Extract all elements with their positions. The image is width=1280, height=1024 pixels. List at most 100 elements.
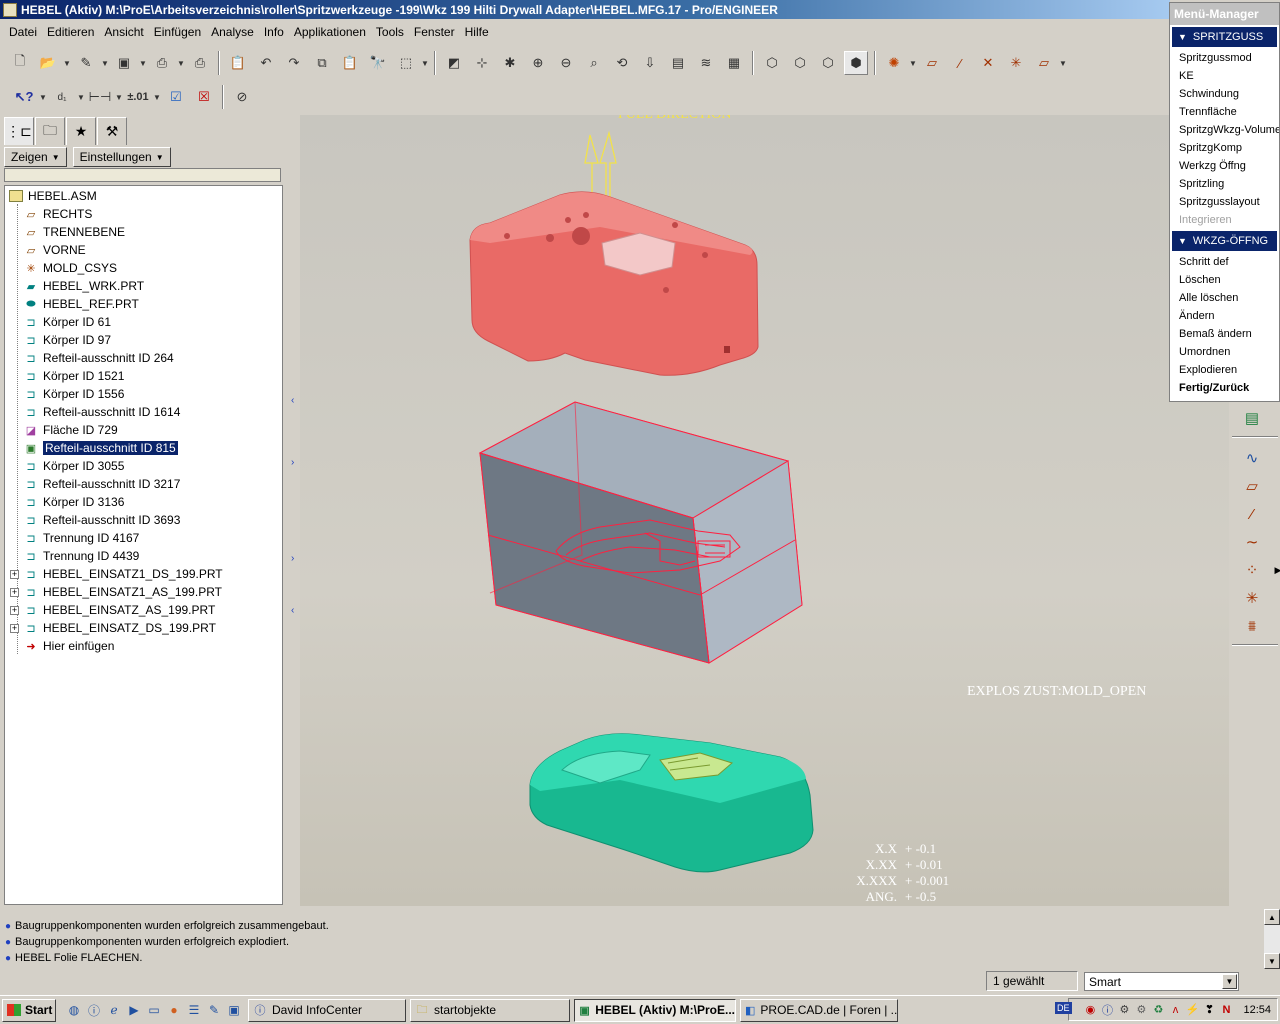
model-tree-tab-icon[interactable]: ⋮⊏ <box>4 117 34 145</box>
chevron-down-icon[interactable]: ▼ <box>1222 974 1237 989</box>
orient-mode-icon[interactable]: ✱ <box>498 51 522 75</box>
save-dropdown-icon[interactable]: ▼ <box>138 51 148 75</box>
redo-icon[interactable]: ↷ <box>282 51 306 75</box>
open-dropdown-icon[interactable]: ▼ <box>62 51 72 75</box>
copy-icon[interactable]: ⧉ <box>310 51 334 75</box>
tray-network-icon[interactable]: ⚙ <box>1117 1003 1131 1017</box>
tree-item[interactable]: ✳ MOLD_CSYS <box>5 259 282 277</box>
datum-plane-tool-icon[interactable]: ▱ <box>1238 474 1266 498</box>
tray-acrobat-icon[interactable]: ᴧ <box>1168 1003 1182 1017</box>
scroll-track[interactable] <box>1264 925 1280 953</box>
tray-antivirus-icon[interactable]: ◉ <box>1083 1003 1097 1017</box>
model-tree[interactable]: HEBEL.ASM ▱ RECHTS ▱ TRENNEBENE ▱ VORNE ✳ MO… <box>4 185 283 905</box>
quick-launch-proe-icon[interactable]: ▣ <box>224 1000 244 1020</box>
analysis-tool-icon[interactable]: ⩩ <box>1238 614 1266 638</box>
spin-center-icon[interactable]: ⊹ <box>470 51 494 75</box>
collapse-left-icon[interactable]: ‹ <box>291 605 294 616</box>
menu-item-umordnen[interactable]: Umordnen <box>1170 343 1279 361</box>
message-scrollbar[interactable]: ▲ ▼ <box>1264 909 1280 969</box>
tree-item[interactable]: ⊐ Körper ID 61 <box>5 313 282 331</box>
graphics-window[interactable]: PULL DIRECTION EXPLOS ZUST:MOLD_OPEN X.X… <box>300 115 1229 906</box>
tree-item-expandable[interactable]: + ⊐ HEBEL_EINSATZ1_AS_199.PRT <box>5 583 282 601</box>
taskbar-item-startobjekte[interactable]: 🗀 startobjekte <box>410 998 570 1022</box>
find-icon[interactable]: 🔭 <box>366 51 390 75</box>
tree-item[interactable]: ⊐ Refteil-ausschnitt ID 3693 <box>5 511 282 529</box>
menu-item-spritzgussmod[interactable]: Spritzgussmod <box>1170 49 1279 67</box>
regenerate-icon[interactable]: ☑ <box>164 85 188 109</box>
expand-icon[interactable]: + <box>10 623 19 633</box>
tree-item[interactable]: ▰ HEBEL_WRK.PRT <box>5 277 282 295</box>
annotation-display-icon[interactable]: ▱ <box>1032 51 1056 75</box>
tray-norton-icon[interactable]: N <box>1219 1003 1233 1017</box>
menu-item-aendern[interactable]: Ändern <box>1170 307 1279 325</box>
csys-display-icon[interactable]: ✳ <box>1004 51 1028 75</box>
tree-column-header[interactable] <box>4 168 281 182</box>
datum-point-tool-icon[interactable]: ⁘ <box>1238 558 1266 582</box>
datum-axis-display-icon[interactable]: ⁄ <box>948 51 972 75</box>
tree-item[interactable]: ▱ TRENNEBENE <box>5 223 282 241</box>
csys-tool-icon[interactable]: ✳ <box>1238 586 1266 610</box>
annotation-dropdown-icon[interactable]: ▼ <box>1058 51 1068 75</box>
tree-item-expandable[interactable]: + ⊐ HEBEL_EINSATZ1_DS_199.PRT <box>5 565 282 583</box>
hide-icon[interactable]: ⊘ <box>230 85 254 109</box>
menu-item-spritzgusslayout[interactable]: Spritzgusslayout <box>1170 193 1279 211</box>
paste-special-icon[interactable]: 📋 <box>338 51 362 75</box>
taskbar-item-proe[interactable]: ▣ HEBEL (Aktiv) M:\ProE... <box>574 998 736 1022</box>
tolerance-icon[interactable]: ±.01 <box>126 85 150 109</box>
new-file-icon[interactable]: 🗋 <box>8 51 32 75</box>
appearance-icon[interactable]: ✺ <box>882 51 906 75</box>
layers-icon[interactable]: ≋ <box>694 51 718 75</box>
menu-analyse[interactable]: Analyse <box>206 25 259 39</box>
tray-info-icon[interactable]: ⓘ <box>1100 1003 1114 1017</box>
select-box-icon[interactable]: ⬚ <box>394 51 418 75</box>
quick-launch-media-icon[interactable]: ▶ <box>124 1000 144 1020</box>
expand-icon[interactable]: + <box>10 605 19 615</box>
help-dropdown-icon[interactable]: ▼ <box>38 85 48 109</box>
print-setup-icon[interactable]: ⎙ <box>150 51 174 75</box>
datum-curve-tool-icon[interactable]: ∼ <box>1238 530 1266 554</box>
expand-icon[interactable]: + <box>10 569 19 579</box>
print-dropdown-icon[interactable]: ▼ <box>176 51 186 75</box>
quick-launch-list-icon[interactable]: ☰ <box>184 1000 204 1020</box>
settings-button[interactable]: Einstellungen ▼ <box>72 147 171 167</box>
tree-item[interactable]: ▱ RECHTS <box>5 205 282 223</box>
menu-item-spritzgwkzg-volumen[interactable]: SpritzgWkzg-Volumen <box>1170 121 1279 139</box>
collapse-left-icon[interactable]: ‹ <box>291 395 294 406</box>
paste-icon[interactable]: 📋 <box>226 51 250 75</box>
mold-layout-icon[interactable]: ▤ <box>1238 406 1266 430</box>
menu-item-schwindung[interactable]: Schwindung <box>1170 85 1279 103</box>
datum-plane-display-icon[interactable]: ▱ <box>920 51 944 75</box>
tray-flash-icon[interactable]: ⚡ <box>1185 1003 1200 1017</box>
hidden-line-icon[interactable]: ⬡ <box>788 51 812 75</box>
tree-item-selected[interactable]: ▣ Refteil-ausschnitt ID 815 <box>5 439 282 457</box>
model-view[interactable] <box>300 115 1229 906</box>
menu-info[interactable]: Info <box>259 25 289 39</box>
quick-launch-browser-icon[interactable]: ℯ <box>104 1000 124 1020</box>
saved-views-icon[interactable]: ⇩ <box>638 51 662 75</box>
panel-sash[interactable]: ‹ › › ‹ <box>288 115 300 908</box>
open-file-icon[interactable]: 📂 <box>36 51 60 75</box>
tools-icon[interactable]: ✎ <box>74 51 98 75</box>
menu-applikationen[interactable]: Applikationen <box>289 25 371 39</box>
zoom-in-icon[interactable]: ⊕ <box>526 51 550 75</box>
refit-icon[interactable]: ⌕ <box>582 51 606 75</box>
scroll-up-icon[interactable]: ▲ <box>1264 909 1280 925</box>
select-dropdown-icon[interactable]: ▼ <box>420 51 430 75</box>
appearance-dropdown-icon[interactable]: ▼ <box>908 51 918 75</box>
menu-item-explodieren[interactable]: Explodieren <box>1170 361 1279 379</box>
cancel-icon[interactable]: ☒ <box>192 85 216 109</box>
menu-section-wkzg-oeffng[interactable]: ▼ WKZG-ÖFFNG <box>1172 231 1277 251</box>
quick-launch-app-icon[interactable]: ◍ <box>64 1000 84 1020</box>
tree-root[interactable]: HEBEL.ASM <box>5 187 282 205</box>
scroll-down-icon[interactable]: ▼ <box>1264 953 1280 969</box>
shading-icon[interactable]: ⬢ <box>844 51 868 75</box>
menu-item-spritzling[interactable]: Spritzling <box>1170 175 1279 193</box>
tolerance-dropdown-icon[interactable]: ▼ <box>152 85 162 109</box>
tree-item[interactable]: ⊐ Refteil-ausschnitt ID 1614 <box>5 403 282 421</box>
view-manager-icon[interactable]: ▤ <box>666 51 690 75</box>
menu-section-spritzguss[interactable]: ▼ SPRITZGUSS <box>1172 27 1277 47</box>
quick-launch-desktop-icon[interactable]: ▭ <box>144 1000 164 1020</box>
quick-launch-info-icon[interactable]: ⓘ <box>84 1000 104 1020</box>
sketch-icon[interactable]: ∿ <box>1238 446 1266 470</box>
dimension-display-icon[interactable]: d₁ <box>50 85 74 109</box>
